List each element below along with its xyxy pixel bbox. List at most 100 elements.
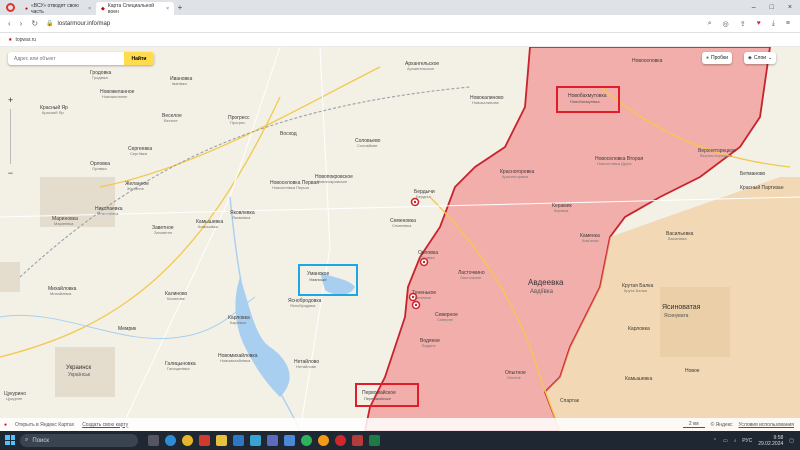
- tab-news[interactable]: ● «ВСУ» отводят свою часть ×: [20, 2, 96, 15]
- label-pervomaiskoe: Первомайское: [362, 389, 396, 396]
- label-krasny-partizan: Красный Партизан: [740, 184, 784, 191]
- label-progress-ua: Прогрес: [230, 120, 245, 125]
- traffic-button[interactable]: ● Пробки: [702, 52, 733, 64]
- search-icon: ⌕: [25, 437, 29, 443]
- bookmark-topwar[interactable]: topwar.ru: [15, 37, 36, 43]
- label-orlovka-ua: Орлівка: [420, 255, 435, 260]
- label-opytnoe-ua: Опитне: [507, 375, 522, 380]
- label-pervomaiskoe-ua: Первомайське: [364, 396, 392, 401]
- map-footer: ● Открыть в Яндекс Картах Создать свою к…: [0, 418, 800, 431]
- search-icon[interactable]: ⌕: [708, 20, 712, 28]
- aimp-icon[interactable]: [318, 435, 329, 446]
- create-map-link[interactable]: Создать свою карту: [82, 422, 128, 428]
- label-vodyanoe-ua: Водяне: [422, 343, 437, 348]
- task-view-icon[interactable]: [148, 435, 159, 446]
- edge-icon[interactable]: [165, 435, 176, 446]
- label-novomikhailovka-ua: Новомихайлівка: [220, 358, 251, 363]
- map-area[interactable]: Гродовка Гродівка Ивановка Іванівка Арха…: [0, 47, 800, 431]
- windows-logo-icon[interactable]: [5, 435, 15, 445]
- menu-icon[interactable]: ≡: [786, 20, 790, 28]
- taskbar-search-label: Поиск: [32, 437, 50, 444]
- heart-icon[interactable]: ♥: [757, 20, 761, 28]
- chevron-down-icon: ⌄: [768, 55, 773, 61]
- opera-logo-icon[interactable]: [6, 3, 15, 12]
- find-button[interactable]: Найти: [124, 52, 154, 65]
- close-icon[interactable]: ×: [166, 6, 169, 12]
- label-ivanovka-ua: Іванівка: [172, 81, 187, 86]
- yandex-logo-icon: ●: [4, 421, 8, 428]
- label-lastochkino-ua: Ласточкине: [460, 275, 482, 280]
- url-field[interactable]: lostarmour.info/map: [58, 21, 111, 27]
- label-krasnogorovka-ua: Красногорівка: [502, 174, 529, 179]
- map-search-input[interactable]: [8, 55, 124, 62]
- close-icon[interactable]: ×: [88, 6, 91, 12]
- label-semenovka-ua: Семенівка: [392, 223, 412, 228]
- explorer-icon[interactable]: [216, 435, 227, 446]
- minimize-icon[interactable]: –: [752, 4, 756, 11]
- share-icon[interactable]: ⇪: [740, 20, 746, 28]
- address-bar: ‹ › ↻ 🔒 lostarmour.info/map ⌕ ◎ ⇪ ♥ ⤓ ≡: [0, 15, 800, 33]
- download-icon[interactable]: ⤓: [772, 20, 775, 28]
- zoom-slider[interactable]: [10, 109, 11, 164]
- mail-icon[interactable]: [284, 435, 295, 446]
- label-mikhailovka-ua: Михайлівка: [50, 291, 72, 296]
- torrent-icon[interactable]: [301, 435, 312, 446]
- bookmark-icon: ★: [8, 36, 13, 43]
- label-kamenka-ua: Кам'янка: [582, 238, 599, 243]
- label-yasinovataya: Ясиноватая: [662, 304, 701, 311]
- label-novoselovka-perv-ua: Новоселівка Перша: [272, 185, 310, 190]
- label-krutaya-balka-ua: Крута Балка: [624, 288, 648, 293]
- label-marinovka-ua: Маринівка: [54, 221, 74, 226]
- store-icon[interactable]: [233, 435, 244, 446]
- bookmarks-bar: ★ topwar.ru: [0, 33, 800, 47]
- volume-icon[interactable]: ♪: [734, 438, 737, 444]
- label-keramik-ua: Керамік: [554, 208, 569, 213]
- camera-icon[interactable]: ◎: [723, 20, 729, 28]
- label-voskhod: Восход: [280, 131, 297, 137]
- open-in-yandex-link[interactable]: Открыть в Яндекс Картах: [15, 422, 74, 428]
- label-vasilyevka-ua: Василівка: [668, 236, 687, 241]
- label-verkhnetoretskoe-ua: Верхньоторецьке: [700, 153, 733, 158]
- label-novoselovka-2-ua: Новоселівка Друга: [597, 161, 632, 166]
- zoom-out-button[interactable]: −: [4, 166, 17, 179]
- label-novobakhmutovka-ua: Новобахмутівка: [570, 99, 600, 104]
- forward-arrow-icon[interactable]: ›: [20, 19, 23, 28]
- tab-label: «ВСУ» отводят свою часть: [31, 2, 79, 15]
- label-yakovlevka-ua: Яковлівка: [232, 215, 251, 220]
- opera-taskbar-icon[interactable]: [335, 435, 346, 446]
- back-arrow-icon[interactable]: ‹: [8, 19, 11, 28]
- layers-button[interactable]: ◈ Слои ⌄: [744, 52, 777, 64]
- network-icon[interactable]: ▭: [723, 438, 728, 444]
- label-ukrainsk: Украинск: [66, 365, 92, 371]
- game-icon[interactable]: [352, 435, 363, 446]
- chevron-up-icon[interactable]: ⌃: [713, 438, 717, 444]
- app-icon[interactable]: [267, 435, 278, 446]
- tab-label: Карта Специальной воен: [107, 2, 155, 15]
- media-icon[interactable]: [250, 435, 261, 446]
- reload-icon[interactable]: ↻: [31, 19, 38, 28]
- label-komyshevka-ua: Комишівка: [198, 224, 219, 229]
- clock[interactable]: 9:58 29.02.2024: [758, 435, 783, 447]
- label-zavetnoe-ua: Заповітне: [154, 230, 173, 235]
- close-window-icon[interactable]: ×: [788, 4, 792, 11]
- label-avdeevka-ua: Авдіївка: [530, 289, 554, 295]
- language-indicator[interactable]: РУС: [742, 438, 752, 444]
- chrome-icon[interactable]: [182, 435, 193, 446]
- clock-date: 29.02.2024: [758, 440, 784, 447]
- acrobat-icon[interactable]: [199, 435, 210, 446]
- zoom-in-button[interactable]: +: [4, 93, 17, 106]
- label-orlovka-west-ua: Орлівка: [92, 166, 107, 171]
- excel-icon[interactable]: [369, 435, 380, 446]
- browser-tab-bar: ● «ВСУ» отводят свою часть × ◆ Карта Спе…: [0, 0, 800, 15]
- notifications-icon[interactable]: ▢: [789, 438, 794, 444]
- label-avdeevka: Авдеевка: [528, 278, 564, 287]
- tab-map[interactable]: ◆ Карта Специальной воен ×: [96, 2, 174, 15]
- new-tab-button[interactable]: +: [174, 3, 186, 12]
- label-yasinovataya-ua: Ясинувата: [664, 313, 689, 319]
- maximize-icon[interactable]: □: [770, 4, 774, 11]
- terms-link[interactable]: Условия использования: [739, 422, 795, 428]
- scale-label: 2 км: [682, 421, 705, 428]
- label-novokalinovo-ua: Новокалинове: [472, 100, 500, 105]
- taskbar-search[interactable]: ⌕ Поиск: [20, 434, 138, 447]
- label-betmanovo: Бетманово: [740, 171, 766, 177]
